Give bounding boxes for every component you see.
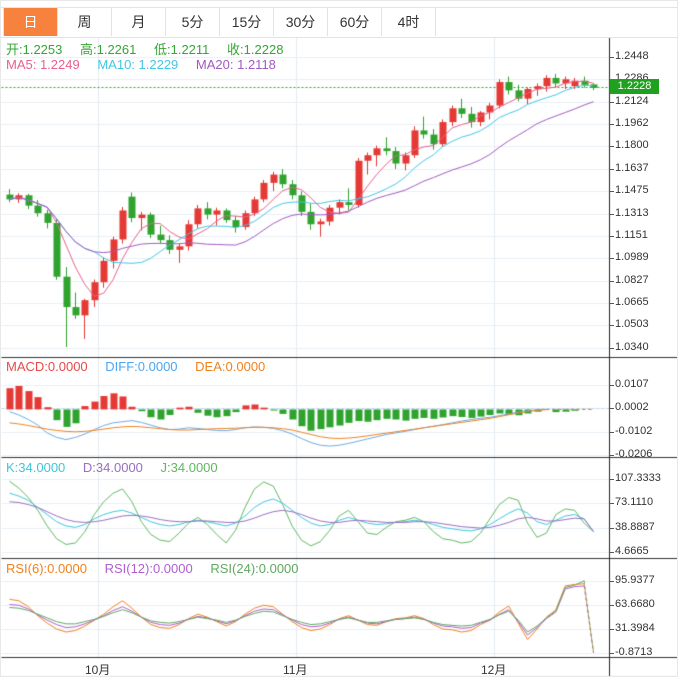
ma10-value: MA10: 1.2229 — [97, 57, 179, 72]
y-axis-label: 1.1151 — [615, 229, 648, 241]
low-value: 低:1.2211 — [154, 42, 210, 57]
y-axis-label: 4.6665 — [615, 545, 649, 557]
tab-month[interactable]: 月 — [112, 8, 166, 36]
x-axis-label: 11月 — [283, 663, 308, 677]
y-axis-label: 0.0107 — [615, 378, 649, 390]
high-value: 高:1.2261 — [80, 42, 137, 57]
rsi6-value: RSI(6):0.0000 — [6, 561, 87, 576]
y-axis-tick — [610, 102, 614, 103]
macd-readout: MACD:0.0000 DIFF:0.0000 DEA:0.0000 — [6, 359, 279, 374]
macd-value: MACD:0.0000 — [6, 359, 88, 374]
y-axis-tick — [610, 169, 614, 170]
dea-value: DEA:0.0000 — [195, 359, 266, 374]
y-axis-label: 95.9377 — [615, 574, 655, 586]
open-value: 开:1.2253 — [6, 42, 63, 57]
y-axis-label: 1.0340 — [615, 341, 649, 353]
ma20-value: MA20: 1.2118 — [195, 57, 276, 72]
ohlc-readout: 开:1.2253 高:1.2261 低:1.2211 收:1.2228 — [6, 39, 297, 58]
x-axis-label: 10月 — [85, 663, 111, 677]
y-axis-label: 107.3333 — [615, 472, 661, 484]
close-value: 收:1.2228 — [227, 42, 284, 57]
y-axis-label: 1.0989 — [615, 251, 649, 263]
y-axis-label: 1.1637 — [615, 162, 649, 174]
kdj-readout: K:34.0000 D:34.0000 J:34.0000 — [6, 460, 232, 475]
tab-4hour[interactable]: 4时 — [382, 8, 436, 36]
tab-5min[interactable]: 5分 — [166, 8, 220, 36]
k-value: K:34.0000 — [6, 460, 66, 475]
ma5-value: MA5: 1.2249 — [6, 57, 80, 72]
j-value: J:34.0000 — [160, 460, 218, 475]
y-axis-tick — [610, 57, 614, 58]
y-axis-label: 1.2448 — [615, 50, 649, 62]
x-axis-label: 12月 — [481, 663, 507, 677]
y-axis-tick — [610, 552, 614, 553]
y-axis-tick — [610, 214, 614, 215]
y-axis-tick — [610, 281, 614, 282]
y-axis-tick — [610, 258, 614, 259]
y-axis-tick — [610, 528, 614, 529]
tab-15min[interactable]: 15分 — [220, 8, 274, 36]
y-axis-label: -0.8713 — [615, 646, 653, 658]
y-axis-tick — [610, 124, 614, 125]
current-price-badge: 1.2228 — [610, 79, 659, 94]
y-axis-label: 38.8887 — [615, 521, 655, 533]
tab-60min[interactable]: 60分 — [328, 8, 382, 36]
rsi24-value: RSI(24):0.0000 — [210, 561, 299, 576]
y-axis-label: 1.2124 — [615, 95, 649, 107]
tab-day[interactable]: 日 — [3, 8, 58, 36]
chart-widget: 日 周 月 5分 15分 30分 60分 4时 开:1.2253 高:1.226… — [0, 0, 678, 677]
ma-readout: MA5: 1.2249 MA10: 1.2229 MA20: 1.2118 — [6, 57, 290, 72]
y-axis-tick — [610, 479, 614, 480]
y-axis-label: -0.0206 — [615, 448, 653, 460]
y-axis-tick — [610, 146, 614, 147]
d-value: D:34.0000 — [82, 460, 143, 475]
y-axis-label: 31.3984 — [615, 622, 655, 634]
y-axis-label: 0.0002 — [615, 401, 649, 413]
y-axis-label: -0.0102 — [615, 425, 653, 437]
y-axis-label: 1.1475 — [615, 184, 649, 196]
diff-value: DIFF:0.0000 — [105, 359, 178, 374]
timeframe-tabbar: 日 周 月 5分 15分 30分 60分 4时 — [1, 7, 677, 38]
y-axis-label: 63.6680 — [615, 598, 655, 610]
tab-week[interactable]: 周 — [58, 8, 112, 36]
y-axis-tick — [610, 455, 614, 456]
rsi12-value: RSI(12):0.0000 — [104, 561, 193, 576]
y-axis-tick — [610, 348, 614, 349]
tab-30min[interactable]: 30分 — [274, 8, 328, 36]
y-axis-tick — [610, 629, 614, 630]
y-axis-label: 1.1800 — [615, 139, 649, 151]
y-axis-tick — [610, 432, 614, 433]
y-axis-label: 1.0827 — [615, 274, 649, 286]
y-axis-tick — [610, 385, 614, 386]
y-axis-label: 1.1313 — [615, 207, 649, 219]
y-axis-tick — [610, 303, 614, 304]
y-axis-label: 73.1110 — [615, 496, 654, 508]
y-axis-tick — [610, 653, 614, 654]
y-axis-tick — [610, 191, 614, 192]
y-axis-tick — [610, 236, 614, 237]
y-axis-tick — [610, 605, 614, 606]
y-axis-tick — [610, 408, 614, 409]
y-axis-tick — [610, 325, 614, 326]
rsi-readout: RSI(6):0.0000 RSI(12):0.0000 RSI(24):0.0… — [6, 561, 313, 576]
y-axis-label: 1.1962 — [615, 117, 649, 129]
y-axis-tick — [610, 581, 614, 582]
y-axis-tick — [610, 503, 614, 504]
y-axis-label: 1.0665 — [615, 296, 649, 308]
y-axis-label: 1.0503 — [615, 318, 649, 330]
